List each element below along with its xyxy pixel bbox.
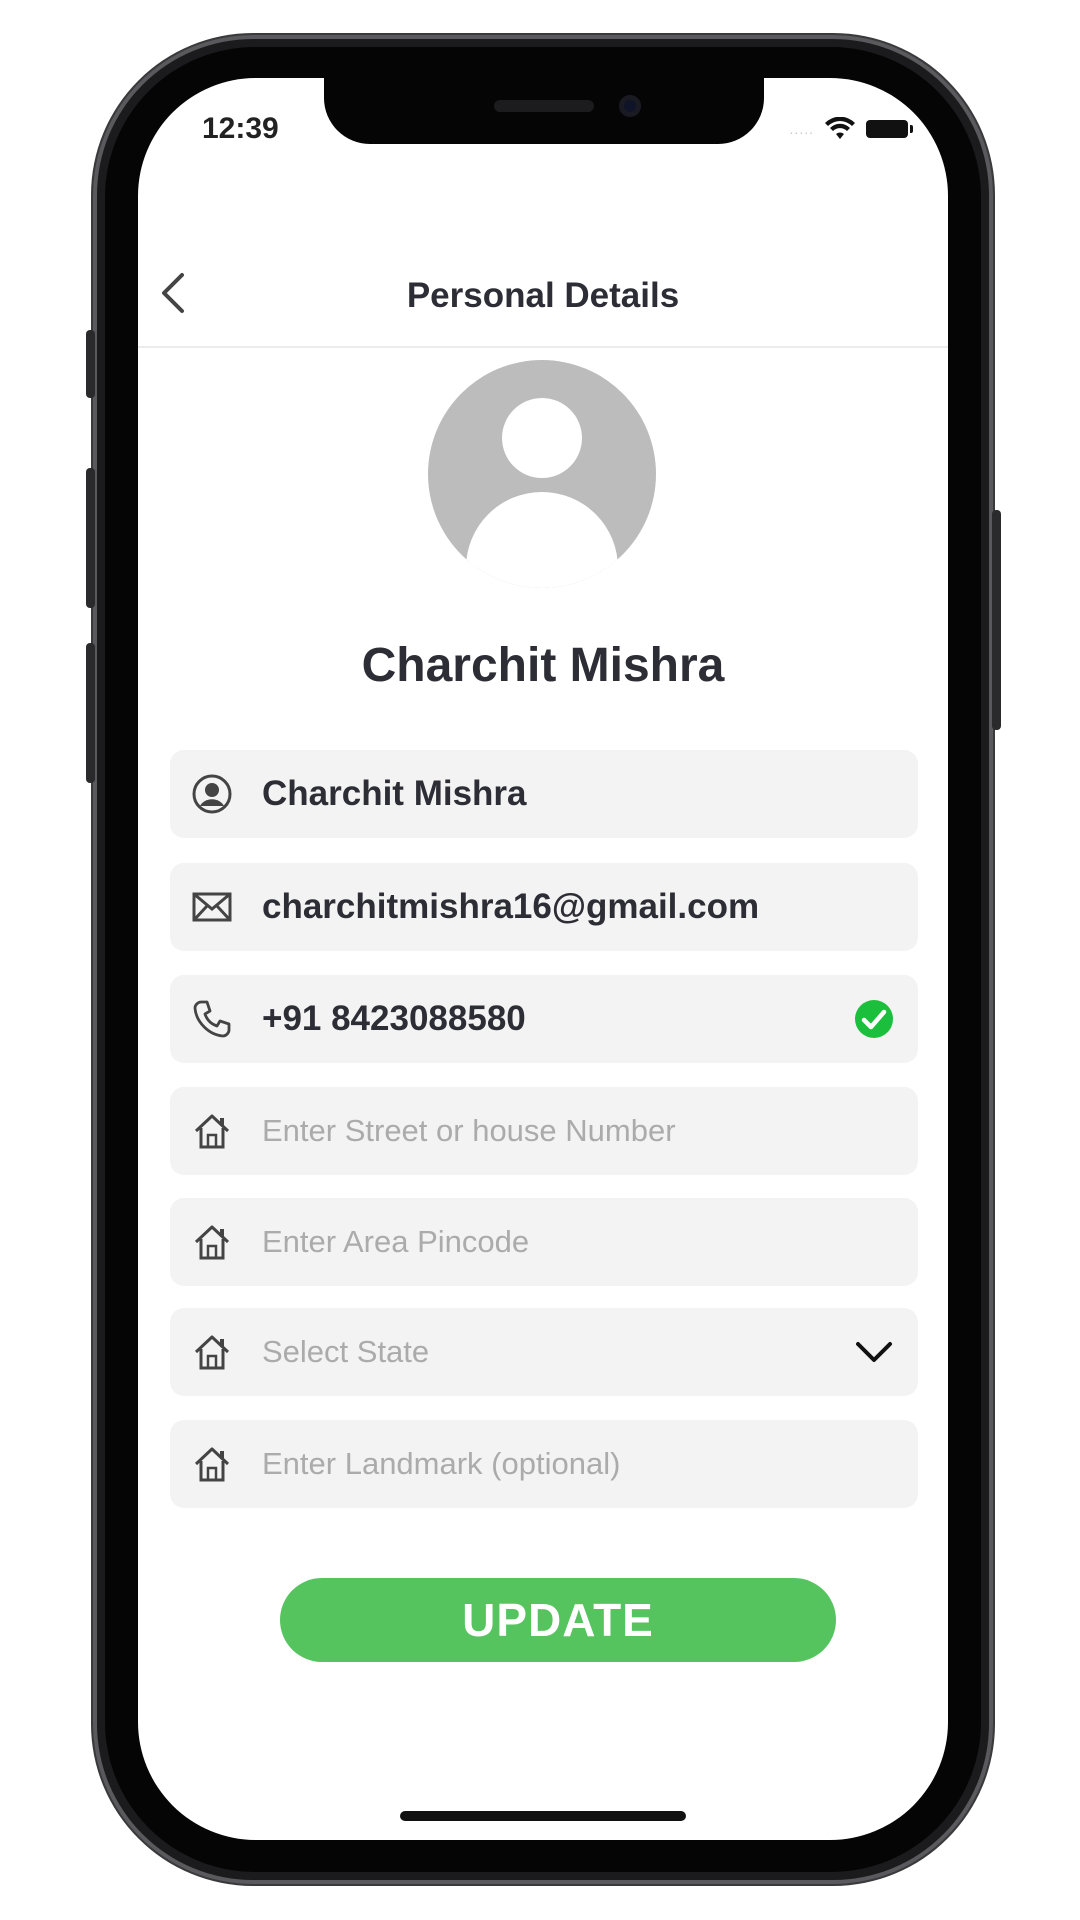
user-silhouette-icon [466,398,618,588]
verified-check-icon [852,997,896,1041]
status-time: 12:39 [202,112,279,145]
street-field[interactable] [170,1087,918,1175]
signal-dots: ..... [789,121,814,137]
phone-icon [190,997,234,1041]
profile-name: Charchit Mishra [361,639,725,692]
phone-silent-switch [86,330,95,398]
user-circle-icon [190,772,234,816]
phone-field[interactable]: +91 8423088580 [170,975,918,1063]
home-icon [190,1442,234,1486]
phone-volume-up [86,468,95,608]
pincode-input[interactable] [262,1198,862,1286]
name-field[interactable]: Charchit Mishra [170,750,918,838]
page-title: Personal Details [406,276,680,315]
home-icon [190,1330,234,1374]
chevron-down-icon[interactable] [852,1330,896,1374]
phone-value: +91 8423088580 [262,999,526,1038]
name-value: Charchit Mishra [262,774,527,813]
landmark-input[interactable] [262,1420,862,1508]
home-icon [190,1109,234,1153]
email-value: charchitmishra16@gmail.com [262,887,760,926]
landmark-field[interactable] [170,1420,918,1508]
mail-icon [190,885,234,929]
wifi-icon [825,117,855,139]
state-placeholder: Select State [262,1334,430,1369]
camera-lens [619,95,641,117]
nav-bar: Personal Details [138,228,948,348]
home-indicator[interactable] [400,1811,686,1821]
phone-power-button [992,510,1001,730]
status-icons: ..... [789,114,913,144]
pincode-field[interactable] [170,1198,918,1286]
avatar[interactable] [428,360,656,588]
app-screen: 12:39 ..... Personal Details Charchit Mi… [138,78,948,1840]
battery-icon [866,120,913,138]
phone-volume-down [86,643,95,783]
email-field[interactable]: charchitmishra16@gmail.com [170,863,918,951]
update-button[interactable]: UPDATE [280,1578,836,1662]
home-icon [190,1220,234,1264]
speaker-grille [494,100,594,112]
notch [324,78,764,144]
street-input[interactable] [262,1087,862,1175]
state-select[interactable]: Select State [170,1308,918,1396]
